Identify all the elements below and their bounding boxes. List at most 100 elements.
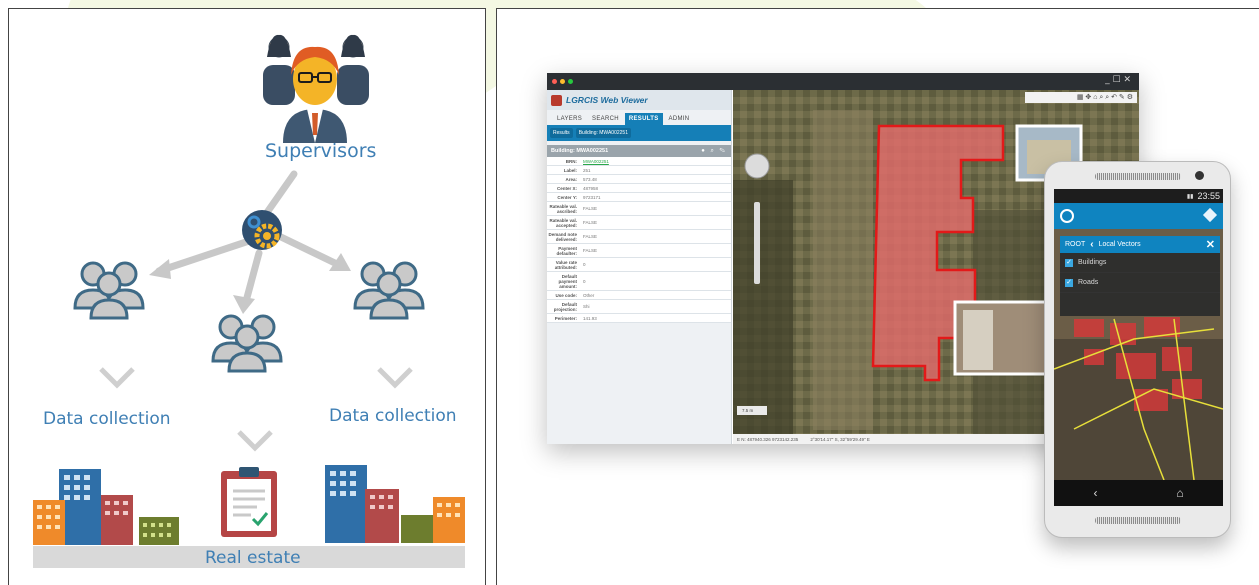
attribute-row: Label: 251: [547, 166, 731, 175]
attribute-key: Center Y:: [557, 194, 577, 200]
layer-label: Roads: [1078, 279, 1099, 286]
app-logo-icon: [551, 94, 562, 106]
attribute-row: Perimeter: 141.93: [547, 314, 731, 323]
attribute-row: Rateable val. ascribed: FALSE: [547, 202, 731, 216]
attribute-value: 0: [583, 278, 586, 284]
layer-menu-header: ROOT ‹ Local Vectors ✕: [1060, 236, 1220, 253]
buildings-right-icon: [325, 465, 465, 543]
window-titlebar: _ ☐ ✕: [547, 73, 1139, 90]
root-label[interactable]: ROOT: [1065, 241, 1085, 248]
attribute-key: Default projection:: [553, 301, 577, 312]
attribute-value: 573.48: [583, 176, 597, 182]
attribute-row: Default payment amount: 0: [547, 272, 731, 291]
breadcrumb-building[interactable]: Building: MWA002251: [575, 128, 631, 138]
map-toolbar[interactable]: ▦ ✥ ⌂ ⌕ ⌕ ↶ ✎ ⚙: [1025, 92, 1137, 103]
attribute-row: Payment defaulter: FALSE: [547, 244, 731, 258]
close-icon[interactable]: ✕: [1206, 238, 1215, 251]
attribute-row: Area: 573.48: [547, 175, 731, 184]
layer-item-roads[interactable]: ✓ Roads: [1060, 273, 1220, 293]
building-tool-icons[interactable]: ● ⌕ ✎: [701, 148, 727, 155]
breadcrumb: Results Building: MWA002251: [547, 125, 731, 141]
attribute-key: Area:: [565, 176, 577, 182]
viewer-tabs: LAYERS SEARCH RESULTS ADMIN: [547, 110, 731, 125]
window-close-dot[interactable]: [552, 79, 557, 84]
attribute-key: Payment defaulter:: [556, 245, 577, 256]
workflow-panel: Supervisors Data collection Data collect…: [8, 8, 486, 585]
attribute-value: Other: [583, 292, 595, 298]
phone-speaker-top: [1095, 173, 1181, 180]
layer-item-buildings[interactable]: ✓ Buildings: [1060, 253, 1220, 273]
phone-nav-bar: ‹ ⌂: [1054, 480, 1223, 506]
tab-results[interactable]: RESULTS: [624, 113, 663, 125]
window-maximize-dot[interactable]: [568, 79, 573, 84]
attribute-value: FALSE: [583, 206, 598, 211]
attribute-key: Rateable val. accepted:: [549, 217, 577, 228]
attribute-row: Rateable val. accepted: FALSE: [547, 216, 731, 230]
status-time: 23:55: [1197, 191, 1220, 201]
pan-control-icon[interactable]: [744, 153, 770, 179]
attribute-key: Use code:: [555, 292, 577, 298]
zoom-slider[interactable]: [754, 202, 760, 284]
signal-icon: ▮▮: [1186, 193, 1194, 200]
chevron-left-icon[interactable]: ‹: [1090, 239, 1093, 250]
attribute-value: FALSE: [583, 234, 598, 239]
supervisors-icon: [263, 34, 369, 143]
attribute-value: FALSE: [583, 220, 598, 225]
clipboard-report-icon: [221, 467, 277, 537]
attribute-key: Value rate attributed:: [554, 259, 577, 270]
attribute-row: Demand note delivered: FALSE: [547, 230, 731, 244]
tab-admin[interactable]: ADMIN: [665, 113, 694, 125]
checkbox-checked-icon[interactable]: ✓: [1065, 258, 1073, 267]
attribute-row: Default projection: Shi: [547, 300, 731, 314]
attribute-list: BRN: MWA002251 Label: 251 Area: 573.48 Center …: [547, 157, 731, 323]
building-header: Building: MWA002251 ● ⌕ ✎: [547, 145, 731, 157]
attribute-value: 251: [583, 167, 591, 173]
back-nav-icon[interactable]: ‹: [1093, 486, 1097, 500]
dms-coordinates: 2°30'14.17" S, 32°59'29.49" E: [810, 436, 870, 442]
viewer-sidebar: LGRCIS Web Viewer LAYERS SEARCH RESULTS …: [547, 90, 732, 444]
phone-camera: [1195, 171, 1204, 180]
attribute-value[interactable]: MWA002251: [580, 157, 612, 165]
building-title: Building: MWA002251: [551, 148, 609, 154]
layer-menu: ROOT ‹ Local Vectors ✕ ✓ Buildings ✓ Roa…: [1060, 236, 1220, 316]
mobile-phone: ▮▮ 23:55 ROOT ‹ Local Vectors ✕ ✓ Buildi…: [1044, 161, 1231, 538]
phone-status-bar: ▮▮ 23:55: [1054, 189, 1223, 203]
attribute-value: 487958: [583, 185, 599, 191]
tab-search[interactable]: SEARCH: [588, 113, 623, 125]
app-header: LGRCIS Web Viewer: [547, 90, 731, 110]
attribute-key: Center X:: [556, 185, 577, 191]
home-nav-icon[interactable]: ⌂: [1176, 486, 1183, 500]
attribute-value: Shi: [583, 304, 590, 309]
window-minimize-dot[interactable]: [560, 79, 565, 84]
buildings-left-icon: [33, 469, 179, 545]
tab-layers[interactable]: LAYERS: [553, 113, 586, 125]
attribute-row: Use code: Other: [547, 291, 731, 300]
attribute-key: Label:: [563, 167, 577, 173]
team-group-right-icon: [355, 263, 423, 318]
data-collection-left-label: Data collection: [43, 409, 171, 429]
menu-title: Local Vectors: [1098, 241, 1141, 248]
real-estate-label: Real estate: [205, 548, 301, 568]
attribute-row: BRN: MWA002251: [547, 157, 731, 166]
attribute-key: Default payment amount:: [558, 273, 577, 289]
attribute-row: Center X: 487958: [547, 184, 731, 193]
attribute-key: Rateable val. ascribed:: [549, 203, 577, 214]
attribute-value: 141.93: [583, 315, 597, 321]
window-controls[interactable]: _ ☐ ✕: [1105, 75, 1131, 85]
utm-coordinates: E N: 487940.326 9723142.235: [737, 436, 799, 442]
app-logo-icon[interactable]: [1060, 209, 1074, 223]
supervisors-label: Supervisors: [265, 140, 377, 162]
checkbox-checked-icon[interactable]: ✓: [1065, 278, 1073, 287]
phone-screen: ▮▮ 23:55 ROOT ‹ Local Vectors ✕ ✓ Buildi…: [1054, 189, 1223, 506]
attribute-value: 9723171: [583, 194, 601, 200]
attribute-key: BRN:: [565, 158, 577, 164]
attribute-key: Perimeter:: [554, 315, 577, 321]
attribute-row: Center Y: 9723171: [547, 193, 731, 202]
attribute-row: Value rate attributed: 0: [547, 258, 731, 272]
layers-icon[interactable]: [1202, 207, 1218, 223]
breadcrumb-results[interactable]: Results: [550, 128, 573, 138]
phone-app-bar: [1054, 203, 1223, 229]
attribute-value: FALSE: [583, 248, 598, 253]
app-title: LGRCIS Web Viewer: [566, 95, 648, 105]
team-group-center-icon: [213, 316, 281, 371]
